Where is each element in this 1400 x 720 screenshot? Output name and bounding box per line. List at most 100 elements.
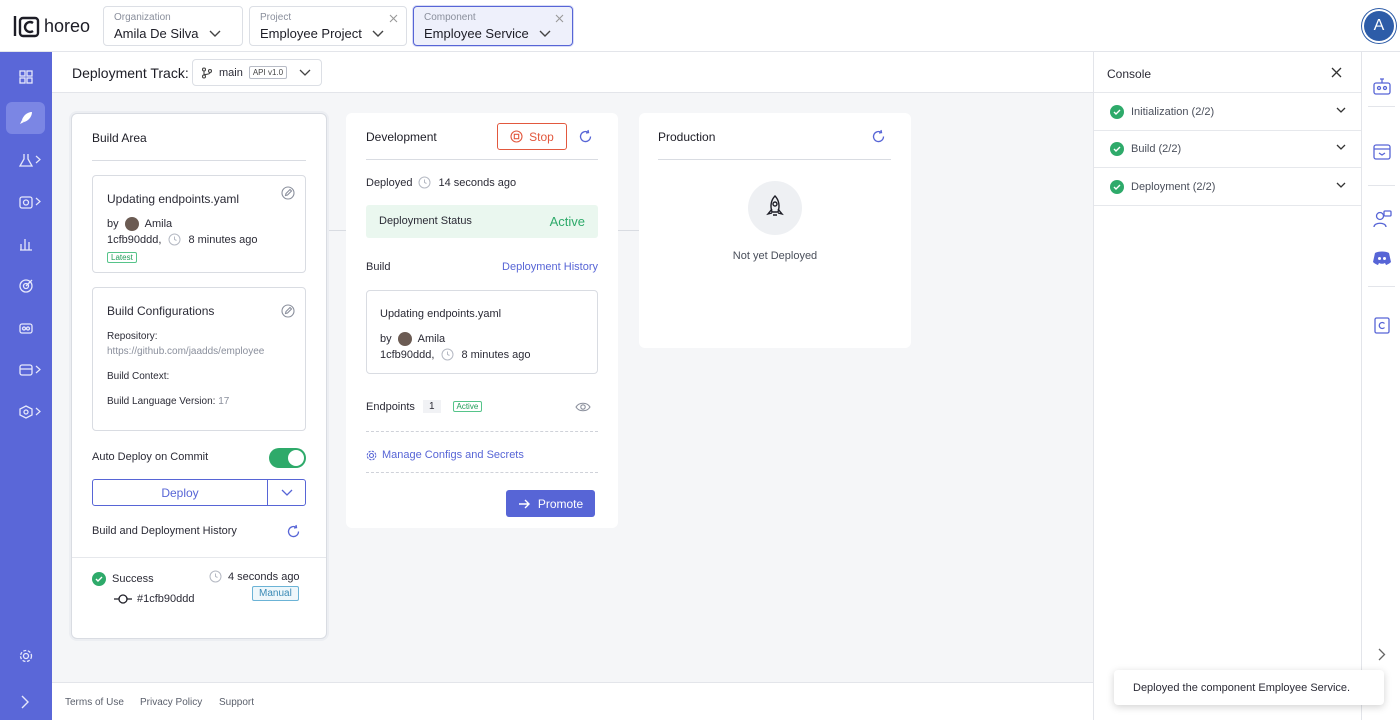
development-title: Development xyxy=(366,130,437,144)
commit-by: by xyxy=(107,218,119,230)
commit-hash: 1cfb90ddd, xyxy=(380,348,435,361)
build-language-value: 17 xyxy=(218,396,230,407)
manage-configs-label: Manage Configs and Secrets xyxy=(382,449,524,461)
history-item[interactable]: Success xyxy=(92,572,154,586)
support-chat-icon[interactable] xyxy=(1372,209,1392,229)
nav-overview[interactable] xyxy=(6,61,45,93)
endpoints-label: Endpoints xyxy=(366,400,415,413)
console-step-deployment[interactable]: Deployment (2/2) xyxy=(1094,169,1362,206)
git-branch-icon xyxy=(201,66,213,79)
rocket-icon xyxy=(19,112,32,124)
nav-insights[interactable] xyxy=(6,270,45,302)
nav-test[interactable] xyxy=(6,144,45,176)
nav-marketplace[interactable] xyxy=(6,312,45,344)
docs-icon[interactable] xyxy=(1372,315,1392,335)
promote-button[interactable]: Promote xyxy=(506,490,595,517)
branch-selector[interactable]: main API v1.0 xyxy=(192,59,322,86)
left-navigation xyxy=(0,52,52,720)
latest-commit-card[interactable]: Updating endpoints.yaml by Amila 1cfb90d… xyxy=(92,175,306,273)
gear-shield-icon xyxy=(18,405,33,419)
chevron-right-icon xyxy=(21,695,29,709)
bot-icon[interactable] xyxy=(1372,76,1392,96)
chevron-down-icon xyxy=(1336,107,1346,113)
nav-expand[interactable] xyxy=(6,686,45,718)
chevron-right-icon[interactable] xyxy=(1378,648,1386,661)
project-selector[interactable]: Project Employee Project xyxy=(249,6,407,46)
endpoints-active-badge: Active xyxy=(452,401,483,412)
console-step-label: Initialization (2/2) xyxy=(1131,106,1215,118)
terms-link[interactable]: Terms of Use xyxy=(65,697,124,708)
stop-button[interactable]: Stop xyxy=(497,123,567,150)
privacy-link[interactable]: Privacy Policy xyxy=(140,697,202,708)
clock-icon xyxy=(441,348,454,361)
history-time: 4 seconds ago xyxy=(228,570,300,583)
nav-settings[interactable] xyxy=(6,640,45,672)
auto-deploy-toggle[interactable] xyxy=(269,448,306,468)
edit-icon[interactable] xyxy=(281,186,295,200)
nav-observability[interactable] xyxy=(6,228,45,260)
toast-notification: Deployed the component Employee Service. xyxy=(1114,670,1384,705)
build-configurations-title: Build Configurations xyxy=(107,304,215,318)
grid-icon xyxy=(18,70,33,84)
rail-separator xyxy=(1368,286,1395,287)
console-step-label: Deployment (2/2) xyxy=(1131,181,1216,193)
promote-label: Promote xyxy=(537,496,584,511)
chevron-right-icon xyxy=(35,365,41,374)
deployment-history-link[interactable]: Deployment History xyxy=(502,261,598,273)
deploy-button[interactable]: Deploy xyxy=(92,479,268,506)
chevron-down-icon xyxy=(299,69,311,76)
history-title: Build and Deployment History xyxy=(92,525,237,537)
commit-author: Amila xyxy=(417,333,446,345)
choreo-logo[interactable]: horeo xyxy=(12,12,90,40)
refresh-icon[interactable] xyxy=(871,129,886,144)
manage-configs-link[interactable]: Manage Configs and Secrets xyxy=(366,449,524,461)
clock-icon xyxy=(209,570,222,583)
flask-icon xyxy=(18,154,33,167)
chevron-down-icon xyxy=(372,30,384,37)
component-selector[interactable]: Component Employee Service xyxy=(413,6,573,46)
endpoints-count: 1 xyxy=(422,400,441,413)
chevron-right-icon xyxy=(35,407,41,416)
close-icon[interactable] xyxy=(1331,67,1342,78)
console-step-build[interactable]: Build (2/2) xyxy=(1094,131,1362,168)
support-link[interactable]: Support xyxy=(219,697,254,708)
inbox-icon[interactable] xyxy=(1372,142,1392,162)
build-context-label: Build Context: xyxy=(107,371,170,382)
build-area-card: Build Area Updating endpoints.yaml by Am… xyxy=(71,113,327,639)
branch-name: main xyxy=(219,66,243,79)
nav-dependencies[interactable] xyxy=(6,354,45,386)
gear-icon xyxy=(19,649,32,663)
clear-component-icon[interactable] xyxy=(555,14,564,23)
discord-icon[interactable] xyxy=(1372,248,1392,268)
nav-deploy[interactable] xyxy=(6,102,45,134)
bar-chart-icon xyxy=(19,239,32,251)
commit-author: Amila xyxy=(144,218,173,230)
deployment-track-label: Deployment Track: xyxy=(72,65,189,81)
auto-deploy-label: Auto Deploy on Commit xyxy=(92,451,209,463)
clear-project-icon[interactable] xyxy=(389,14,398,23)
user-avatar[interactable]: A xyxy=(1364,11,1394,41)
console-step-label: Build (2/2) xyxy=(1131,143,1182,155)
console-step-initialization[interactable]: Initialization (2/2) xyxy=(1094,94,1362,131)
database-icon xyxy=(18,364,33,376)
nav-admin[interactable] xyxy=(6,396,45,428)
organization-label: Organization xyxy=(114,12,171,23)
success-check-icon xyxy=(1110,105,1124,119)
deployed-label: Deployed xyxy=(366,176,413,189)
deployment-track-bar: Deployment Track: main API v1.0 xyxy=(52,52,1093,93)
deploy-options-button[interactable] xyxy=(267,479,306,506)
top-bar: horeo Organization Amila De Silva Projec… xyxy=(0,0,1400,52)
chevron-down-icon xyxy=(281,489,292,496)
success-check-icon xyxy=(1110,142,1124,156)
view-endpoints-icon[interactable] xyxy=(575,400,591,414)
nav-manage[interactable] xyxy=(6,186,45,218)
chevron-down-icon xyxy=(1336,182,1346,188)
edit-icon[interactable] xyxy=(281,304,295,318)
organization-selector[interactable]: Organization Amila De Silva xyxy=(103,6,243,46)
git-commit-icon xyxy=(114,594,132,604)
refresh-icon[interactable] xyxy=(286,524,301,539)
divider xyxy=(72,557,326,558)
commit-time: 8 minutes ago xyxy=(461,348,531,361)
refresh-icon[interactable] xyxy=(578,129,593,144)
component-value: Employee Service xyxy=(424,26,529,41)
